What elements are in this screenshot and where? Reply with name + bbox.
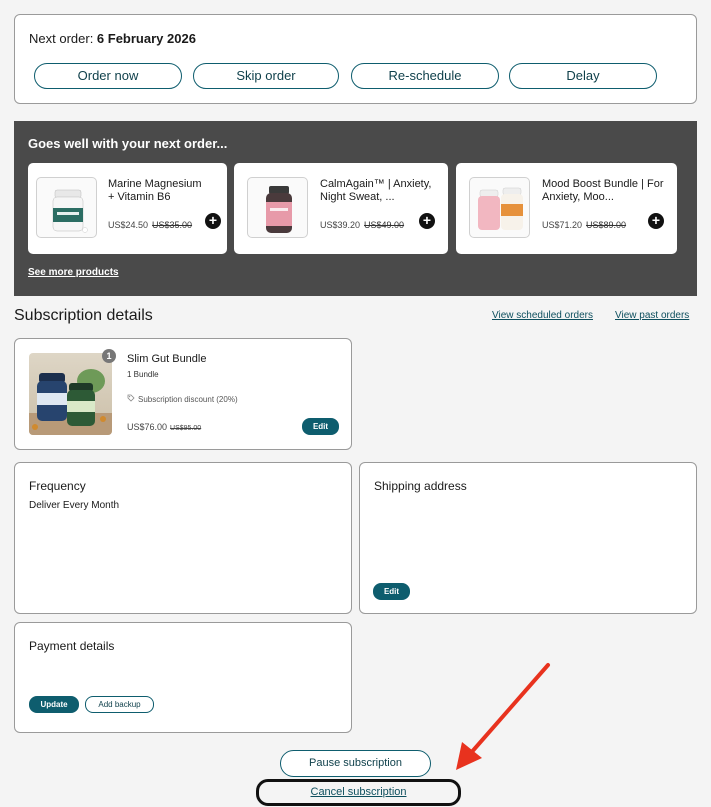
edit-shipping-button[interactable]: Edit <box>373 583 410 600</box>
next-order-card: Next order: 6 February 2026 Order now Sk… <box>14 14 697 104</box>
discount-label: Subscription discount (20%) <box>138 395 238 404</box>
quantity-badge: 1 <box>102 349 116 363</box>
upsell-section: Goes well with your next order... Marine… <box>14 121 697 296</box>
upsell-product-card[interactable]: Mood Boost Bundle | For Anxiety, Moo... … <box>456 163 677 254</box>
upsell-product-card[interactable]: CalmAgain™ | Anxiety, Night Sweat, ... U… <box>234 163 448 254</box>
next-order-date: 6 February 2026 <box>96 31 196 46</box>
shipping-card: Shipping address Edit <box>359 462 697 614</box>
tag-icon <box>127 394 135 404</box>
next-order-heading: Next order: 6 February 2026 <box>29 31 196 46</box>
next-order-label: Next order: <box>29 31 97 46</box>
sale-price: US$39.20 <box>320 220 361 230</box>
frequency-value: Deliver Every Month <box>29 500 120 511</box>
frequency-card: Frequency Deliver Every Month <box>14 462 352 614</box>
product-image <box>247 177 308 238</box>
view-scheduled-orders-link[interactable]: View scheduled orders <box>492 310 593 321</box>
upsell-title: Goes well with your next order... <box>28 136 228 151</box>
sale-price: US$71.20 <box>542 220 583 230</box>
add-backup-payment-button[interactable]: Add backup <box>85 696 154 713</box>
pause-subscription-button[interactable]: Pause subscription <box>280 750 431 777</box>
product-name-line-1: Marine Magnesium <box>108 178 202 190</box>
subscription-price: US$76.00 US$95.00 <box>127 422 201 432</box>
compare-price: US$35.00 <box>152 220 193 230</box>
add-to-order-plus-icon[interactable]: + <box>205 213 221 229</box>
product-name: Marine Magnesium + Vitamin B6 <box>108 178 202 204</box>
subscription-item-card: 1 Slim Gut Bundle 1 Bundle Subscription … <box>14 338 352 450</box>
frequency-title: Frequency <box>29 479 86 493</box>
product-name: CalmAgain™ | Anxiety, Night Sweat, ... <box>320 178 431 204</box>
view-past-orders-link[interactable]: View past orders <box>615 310 689 321</box>
edit-item-button[interactable]: Edit <box>302 418 339 435</box>
product-image <box>469 177 530 238</box>
subscription-product-image <box>29 353 112 435</box>
subscription-product-quantity: 1 Bundle <box>127 370 159 379</box>
product-name-line-2: Night Sweat, ... <box>320 191 395 203</box>
compare-price: US$49.00 <box>364 220 405 230</box>
annotation-arrow-icon <box>456 663 550 770</box>
delay-button[interactable]: Delay <box>509 63 657 89</box>
product-price: US$24.50 US$35.00 <box>108 220 192 230</box>
subscription-product-name: Slim Gut Bundle <box>127 353 207 365</box>
reschedule-button[interactable]: Re-schedule <box>351 63 499 89</box>
product-name-line-2: Anxiety, Moo... <box>542 191 614 203</box>
cancel-subscription-link[interactable]: Cancel subscription <box>256 786 461 798</box>
product-name: Mood Boost Bundle | For Anxiety, Moo... <box>542 178 663 204</box>
sale-price: US$24.50 <box>108 220 149 230</box>
product-name-line-1: CalmAgain™ | Anxiety, <box>320 178 432 190</box>
product-image <box>36 177 97 238</box>
product-name-line-2: + Vitamin B6 <box>108 191 171 203</box>
sale-price: US$76.00 <box>127 422 168 432</box>
add-to-order-plus-icon[interactable]: + <box>648 213 664 229</box>
compare-price: US$89.00 <box>586 220 627 230</box>
product-name-line-1: Mood Boost Bundle | For <box>542 178 664 190</box>
payment-title: Payment details <box>29 639 115 653</box>
skip-order-button[interactable]: Skip order <box>193 63 339 89</box>
add-to-order-plus-icon[interactable]: + <box>419 213 435 229</box>
compare-price: US$95.00 <box>170 425 202 432</box>
update-payment-button[interactable]: Update <box>29 696 79 713</box>
payment-card: Payment details Update Add backup <box>14 622 352 733</box>
subscription-details-title: Subscription details <box>14 307 153 324</box>
shipping-title: Shipping address <box>374 479 467 493</box>
product-price: US$71.20 US$89.00 <box>542 220 626 230</box>
upsell-product-card[interactable]: Marine Magnesium + Vitamin B6 US$24.50 US… <box>28 163 227 254</box>
product-price: US$39.20 US$49.00 <box>320 220 404 230</box>
subscription-discount: Subscription discount (20%) <box>127 394 238 404</box>
see-more-products-link[interactable]: See more products <box>28 267 119 278</box>
order-now-button[interactable]: Order now <box>34 63 182 89</box>
